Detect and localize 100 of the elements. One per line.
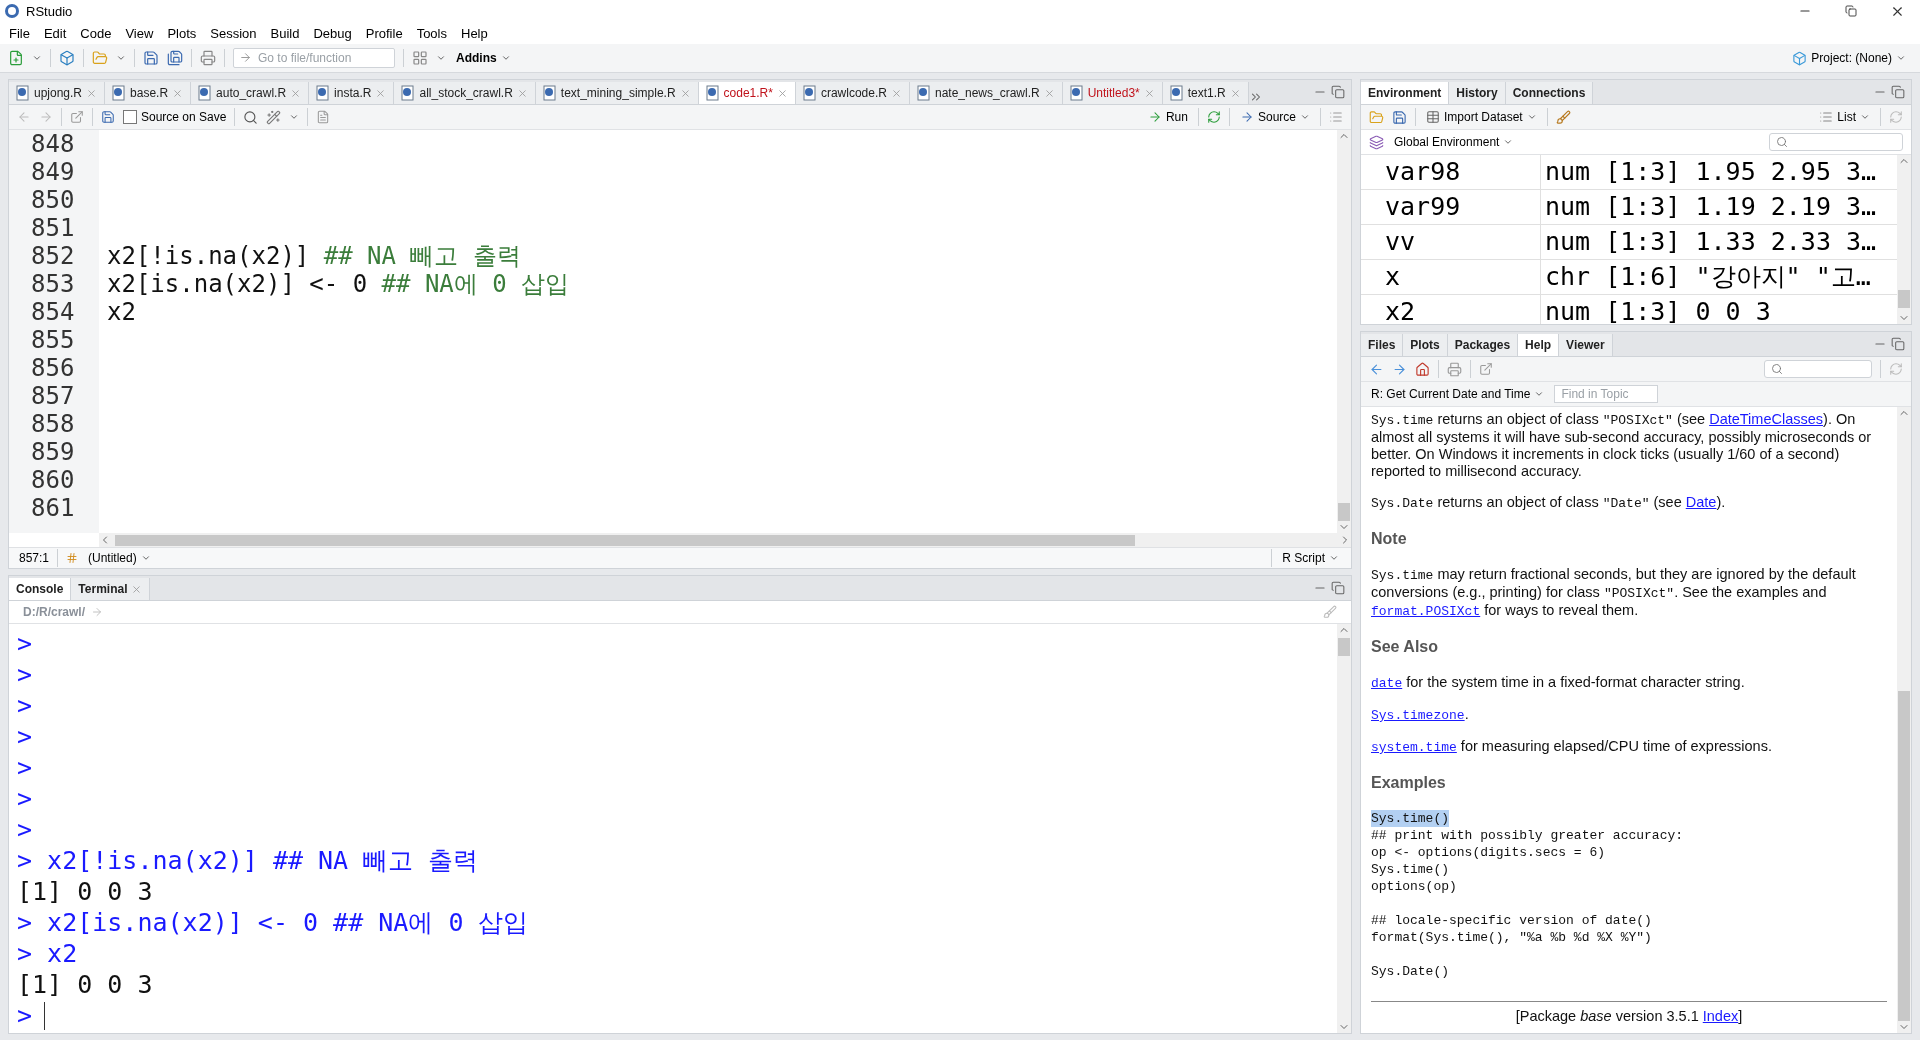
menu-item[interactable]: Code: [73, 25, 119, 41]
line-number: 848: [30, 130, 76, 158]
editor-tab[interactable]: code1.R*: [698, 82, 796, 104]
code-line: x2[is.na(x2)] <- 0 ## NA에 0 삽입: [107, 270, 570, 298]
go-to-file-field[interactable]: Go to file/function: [233, 48, 395, 68]
window-title: RStudio: [26, 3, 74, 19]
help-link[interactable]: date: [1371, 676, 1403, 691]
variable-value: num [1:3] 1.19 2.19 3…: [1544, 191, 1878, 223]
editor-tab[interactable]: base.R: [105, 82, 192, 104]
line-number: 855: [30, 326, 76, 354]
example-code-line: ## print with possibly greater accuracy:: [1371, 827, 1684, 844]
variable-name: vv: [1361, 225, 1541, 259]
command-text: >: [17, 659, 33, 690]
working-directory: D:/R/crawl/: [23, 605, 85, 619]
help-paragraph: date for the system time in a fixed-format character string.: [1371, 674, 1746, 692]
pane-tab[interactable]: Connections: [1505, 82, 1594, 104]
variable-name: x2: [1361, 295, 1541, 324]
find-in-topic-field[interactable]: Find in Topic: [1554, 385, 1659, 403]
topic-selector[interactable]: R: Get Current Date and Time: [1369, 387, 1547, 401]
line-number: 861: [30, 494, 76, 522]
section-heading: Note: [1371, 530, 1408, 548]
help-link[interactable]: system.time: [1371, 740, 1457, 755]
command-text: >: [17, 690, 33, 721]
menu-item[interactable]: Session: [203, 25, 264, 41]
editor-tab[interactable]: crawlcode.R: [795, 82, 910, 104]
pane-tab[interactable]: History: [1449, 82, 1506, 104]
example-code-line: ## locale-specific version of date(): [1371, 912, 1652, 929]
import-dataset-button[interactable]: Import Dataset: [1424, 110, 1539, 124]
help-link[interactable]: Sys.timezone: [1371, 708, 1465, 723]
scope-selector[interactable]: (Untitled): [86, 551, 153, 565]
menu-item[interactable]: Help: [454, 25, 495, 41]
view-mode-selector[interactable]: List: [1817, 110, 1872, 124]
example-code-line: Sys.Date(): [1371, 963, 1449, 980]
help-link[interactable]: DateTimeClasses: [1709, 411, 1824, 427]
command-text: >: [17, 628, 33, 659]
variable-name: var98: [1361, 155, 1541, 189]
example-code-line: Sys.time(): [1371, 861, 1449, 878]
editor-tab[interactable]: nate_news_crawl.R: [909, 82, 1063, 104]
source-button[interactable]: Source: [1237, 110, 1312, 124]
variable-value: num [1:3] 1.95 2.95 3…: [1544, 156, 1878, 188]
package-footer: [Package base version 3.5.1 Index]: [1371, 1008, 1887, 1024]
menu-item[interactable]: Tools: [409, 25, 454, 41]
line-number: 852: [30, 242, 76, 270]
editor-tab[interactable]: insta.R: [309, 82, 395, 104]
pane-tab[interactable]: Plots: [1403, 334, 1448, 356]
menu-item[interactable]: Build: [263, 25, 307, 41]
section-heading: Examples: [1371, 774, 1447, 792]
variable-name: x: [1361, 260, 1541, 294]
line-number: 857: [30, 382, 76, 410]
editor-tab[interactable]: upjong.R: [9, 82, 106, 104]
variable-name: var99: [1361, 190, 1541, 224]
line-number: 859: [30, 438, 76, 466]
help-link[interactable]: Date: [1685, 494, 1717, 510]
pane-tab[interactable]: Environment: [1361, 82, 1450, 104]
console-tab[interactable]: Console: [9, 578, 72, 600]
command-text: >: [17, 1000, 33, 1031]
menu-item[interactable]: File: [2, 25, 37, 41]
menu-item[interactable]: Profile: [358, 25, 410, 41]
run-button[interactable]: Run: [1145, 110, 1190, 124]
menu-item[interactable]: Debug: [306, 25, 359, 41]
editor-tab[interactable]: all_stock_crawl.R: [394, 82, 536, 104]
code-line: x2[!is.na(x2)] ## NA 빼고 출력: [107, 242, 521, 270]
line-number: 860: [30, 466, 76, 494]
project-button[interactable]: Project: (None): [1786, 49, 1912, 67]
command-text: >: [17, 783, 33, 814]
variable-value: num [1:3] 0 0 3: [1544, 296, 1772, 324]
pane-tab[interactable]: Packages: [1447, 334, 1519, 356]
menu-item[interactable]: Edit: [36, 25, 74, 41]
editor-tab[interactable]: Untitled3*: [1062, 82, 1163, 104]
line-number: 853: [30, 270, 76, 298]
menu-item[interactable]: View: [118, 25, 161, 41]
help-paragraph: Sys.time returns an object of class "POSIXct" (see DateTimeClasses). On almost all systems it will have sub-second accuracy, possibly microseconds or better. On Windows it increments in clock ticks (usually 1/60 of a second) reported to millisecond accuracy.: [1371, 411, 1873, 480]
command-text: >: [17, 752, 33, 783]
editor-tab[interactable]: auto_crawl.R: [191, 82, 310, 104]
console-tab[interactable]: Terminal: [71, 578, 151, 600]
help-paragraph: system.time for measuring elapsed/CPU time of expressions.: [1371, 738, 1773, 756]
editor-tab[interactable]: text1.R: [1162, 82, 1249, 104]
menu-item[interactable]: Plots: [160, 25, 204, 41]
line-number: 858: [30, 410, 76, 438]
cursor-position: 857:1: [19, 551, 50, 565]
pane-tab[interactable]: Viewer: [1559, 334, 1613, 356]
pane-tab[interactable]: Files: [1361, 334, 1404, 356]
variable-value: chr [1:6] "강아지" "고…: [1544, 261, 1872, 293]
code-line: x2: [107, 298, 136, 326]
addins-button[interactable]: Addins: [454, 51, 513, 65]
command-text: >: [17, 814, 33, 845]
file-type-selector[interactable]: R Script: [1280, 551, 1341, 565]
line-number: 851: [30, 214, 76, 242]
line-number: 849: [30, 158, 76, 186]
pane-tab[interactable]: Help: [1518, 334, 1560, 356]
environment-selector[interactable]: Global Environment: [1392, 135, 1516, 149]
line-number: 850: [30, 186, 76, 214]
section-heading: See Also: [1371, 638, 1439, 656]
editor-tab[interactable]: text_mining_simple.R: [535, 82, 699, 104]
help-link[interactable]: format.POSIXct: [1371, 604, 1481, 619]
help-paragraph: Sys.Date returns an object of class "Date" (see Date).: [1371, 494, 1727, 512]
command-text: >: [17, 721, 33, 752]
command-text: > x2[is.na(x2)] <- 0 ## NA에 0 삽입: [17, 907, 529, 938]
source-on-save-checkbox[interactable]: Source on Save: [123, 110, 227, 124]
variable-value: num [1:3] 1.33 2.33 3…: [1544, 226, 1878, 258]
